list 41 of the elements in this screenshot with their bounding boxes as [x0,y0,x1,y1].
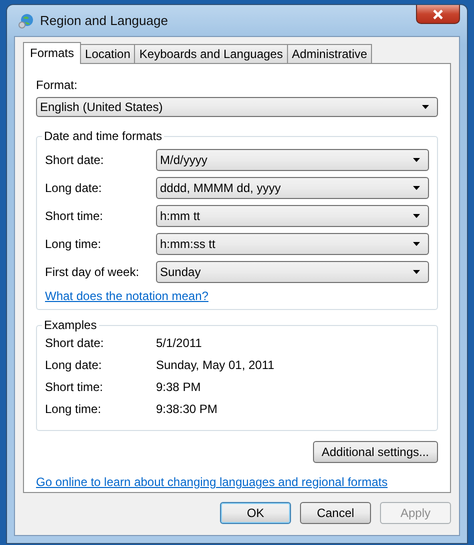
format-dropdown[interactable]: dddd, MMMM dd, yyyy [156,177,429,199]
caret-icon [413,242,420,246]
example-value: 9:38 PM [156,380,201,394]
close-button[interactable] [416,5,460,24]
row-label: Short time: [45,209,104,223]
caret-icon [413,214,420,218]
tab[interactable]: Formats [23,42,82,64]
window-title: Region and Language [40,13,168,28]
online-link[interactable]: Go online to learn about changing languages and regional formats [36,475,388,489]
row-label: Short date: [45,336,105,350]
format-dropdown[interactable]: h:mm:ss tt [156,233,429,255]
close-icon [432,8,444,20]
example-value: Sunday, May 01, 2011 [156,358,274,372]
caret-icon [413,186,420,190]
group-title: Examples [43,318,98,332]
row-label: Short time: [45,380,104,394]
row-label: Long time: [45,237,102,251]
row-label: Long date: [45,181,103,195]
tab[interactable]: Administrative [286,44,372,63]
notation-link[interactable]: What does the notation mean? [45,289,208,303]
caret-icon [413,270,420,274]
row-label: First day of week: [45,265,140,279]
additional-settings-button[interactable]: Additional settings... [312,441,438,463]
row-label: Long date: [45,358,103,372]
format-dropdown[interactable]: h:mm tt [156,205,429,227]
row-label: Short date: [45,153,105,167]
dialog-button[interactable]: Cancel [300,502,371,524]
globe-icon [18,12,34,28]
group-title: Date and time formats [43,129,164,143]
dialog-button[interactable]: OK [220,502,291,524]
row-label: Long time: [45,402,102,416]
format-dropdown[interactable]: Sunday [156,261,429,283]
format-label: Format: [36,78,78,92]
tab[interactable]: Keyboards and Languages [134,44,288,63]
caret-icon [422,105,429,109]
format-dropdown[interactable]: M/d/yyyy [156,149,429,171]
example-value: 9:38:30 PM [156,402,218,416]
tab[interactable]: Location [80,44,136,63]
format-dropdown[interactable]: English (United States) [36,97,438,117]
example-value: 5/1/2011 [156,336,202,350]
caret-icon [413,158,420,162]
